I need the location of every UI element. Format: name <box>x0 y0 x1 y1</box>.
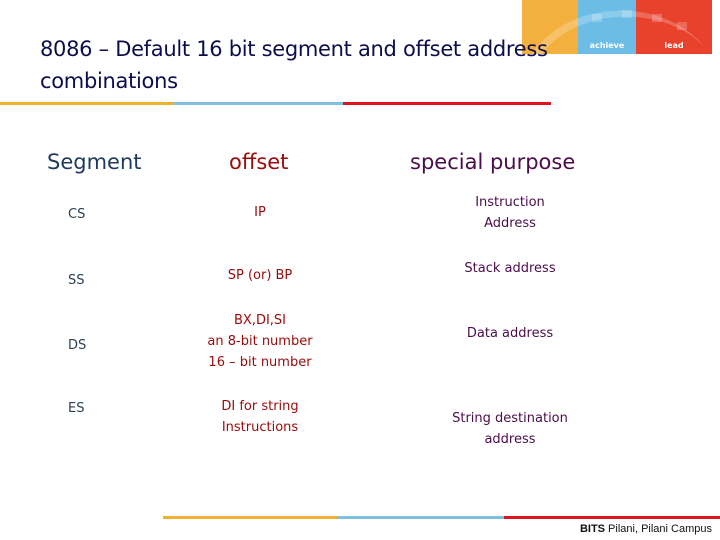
banner-block-red: lead <box>636 0 712 54</box>
cell-special-es: String destination address <box>452 411 568 447</box>
slide-title: 8086 – Default 16 bit segment and offset… <box>40 37 548 93</box>
cell-offset-ss: SP (or) BP <box>227 268 293 283</box>
cell-segment-cs: CS <box>68 207 86 222</box>
cell-special-cs: Instruction Address <box>475 195 545 231</box>
footer-brand: BITS <box>579 523 605 535</box>
cell-segment-es: ES <box>68 401 85 416</box>
header-offset: offset <box>229 150 289 174</box>
cell-offset-cs: IP <box>254 205 266 220</box>
title-underline <box>0 102 551 105</box>
footer-rule-blue <box>337 516 504 519</box>
cell-special-ss: Stack address <box>464 261 556 276</box>
underline-blue <box>174 102 343 105</box>
banner-label-lead: lead <box>664 41 684 50</box>
header-special-purpose: special purpose <box>410 150 576 174</box>
footer-campus-name: Pilani, Pilani Campus <box>605 523 712 535</box>
cell-segment-ss: SS <box>68 273 85 288</box>
footer-rule <box>163 516 720 519</box>
footer-rule-orange <box>163 516 337 519</box>
footer-campus: BITS Pilani, Pilani Campus <box>580 523 712 535</box>
cell-segment-ds: DS <box>68 338 87 353</box>
cell-offset-es: DI for string Instructions <box>221 399 299 435</box>
footer-rule-red <box>504 516 720 519</box>
header-segment: Segment <box>47 150 142 174</box>
cell-offset-ds: BX,DI,SI an 8-bit number 16 – bit number <box>207 313 313 370</box>
underline-red <box>343 102 551 105</box>
underline-orange <box>0 102 174 105</box>
cell-special-ds: Data address <box>466 326 554 341</box>
